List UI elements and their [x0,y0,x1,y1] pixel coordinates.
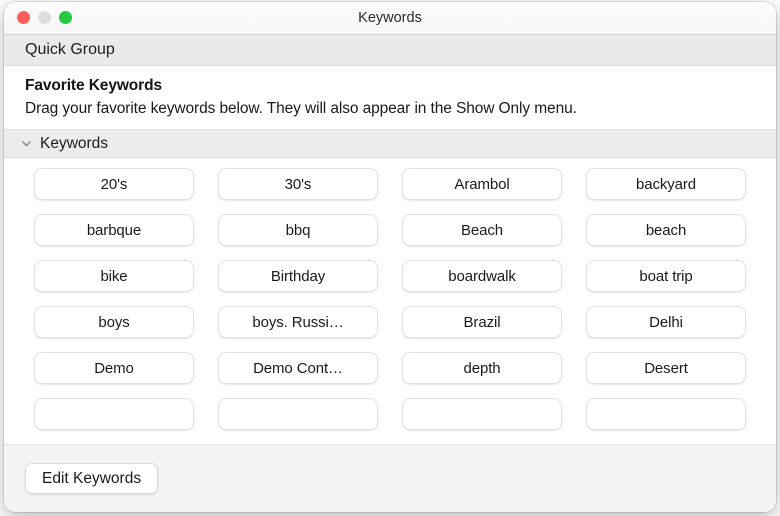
keywords-section-header[interactable]: Keywords [4,129,776,158]
keyword-chip[interactable]: bbq [218,214,378,246]
minimize-window-button[interactable] [38,11,51,24]
favorite-keywords-title: Favorite Keywords [25,77,755,95]
keyword-chip[interactable]: Desert [586,352,746,384]
keywords-window: Keywords Quick Group Favorite Keywords D… [4,2,776,512]
keyword-chip[interactable]: Demo [34,352,194,384]
keyword-chip[interactable]: 30's [218,168,378,200]
window-titlebar[interactable]: Keywords [4,2,776,35]
keywords-section-title: Keywords [40,135,108,153]
keyword-chip[interactable]: Arambol [402,168,562,200]
chevron-down-icon[interactable] [18,136,34,152]
keyword-chip[interactable]: depth [402,352,562,384]
favorite-keywords-description: Drag your favorite keywords below. They … [25,98,715,119]
keyword-chip[interactable] [218,398,378,430]
keyword-chip[interactable]: barbque [34,214,194,246]
keyword-chip[interactable]: bike [34,260,194,292]
keyword-chip[interactable]: backyard [586,168,746,200]
keyword-chip[interactable]: boat trip [586,260,746,292]
close-window-button[interactable] [17,11,30,24]
keyword-chip[interactable]: Demo Cont… [218,352,378,384]
keyword-chip[interactable] [586,398,746,430]
keyword-chip[interactable]: beach [586,214,746,246]
edit-keywords-button[interactable]: Edit Keywords [25,463,158,494]
keyword-chip-grid: 20's 30's Arambol backyard barbque bbq B… [4,158,776,430]
keywords-list-area[interactable]: 20's 30's Arambol backyard barbque bbq B… [4,158,776,444]
keyword-chip[interactable]: boys. Russi… [218,306,378,338]
keyword-chip[interactable]: Birthday [218,260,378,292]
keyword-chip[interactable]: boardwalk [402,260,562,292]
maximize-window-button[interactable] [59,11,72,24]
quick-group-label: Quick Group [25,41,115,59]
keyword-chip[interactable]: Delhi [586,306,746,338]
window-title: Keywords [4,2,776,34]
keyword-chip[interactable] [402,398,562,430]
favorite-keywords-block: Favorite Keywords Drag your favorite key… [4,66,776,129]
window-bottom-bar: Edit Keywords [4,444,776,512]
keyword-chip[interactable]: boys [34,306,194,338]
keyword-chip[interactable]: Brazil [402,306,562,338]
quick-group-bar[interactable]: Quick Group [4,35,776,66]
keyword-chip[interactable] [34,398,194,430]
keyword-chip[interactable]: Beach [402,214,562,246]
traffic-light-group [17,11,72,24]
keyword-chip[interactable]: 20's [34,168,194,200]
